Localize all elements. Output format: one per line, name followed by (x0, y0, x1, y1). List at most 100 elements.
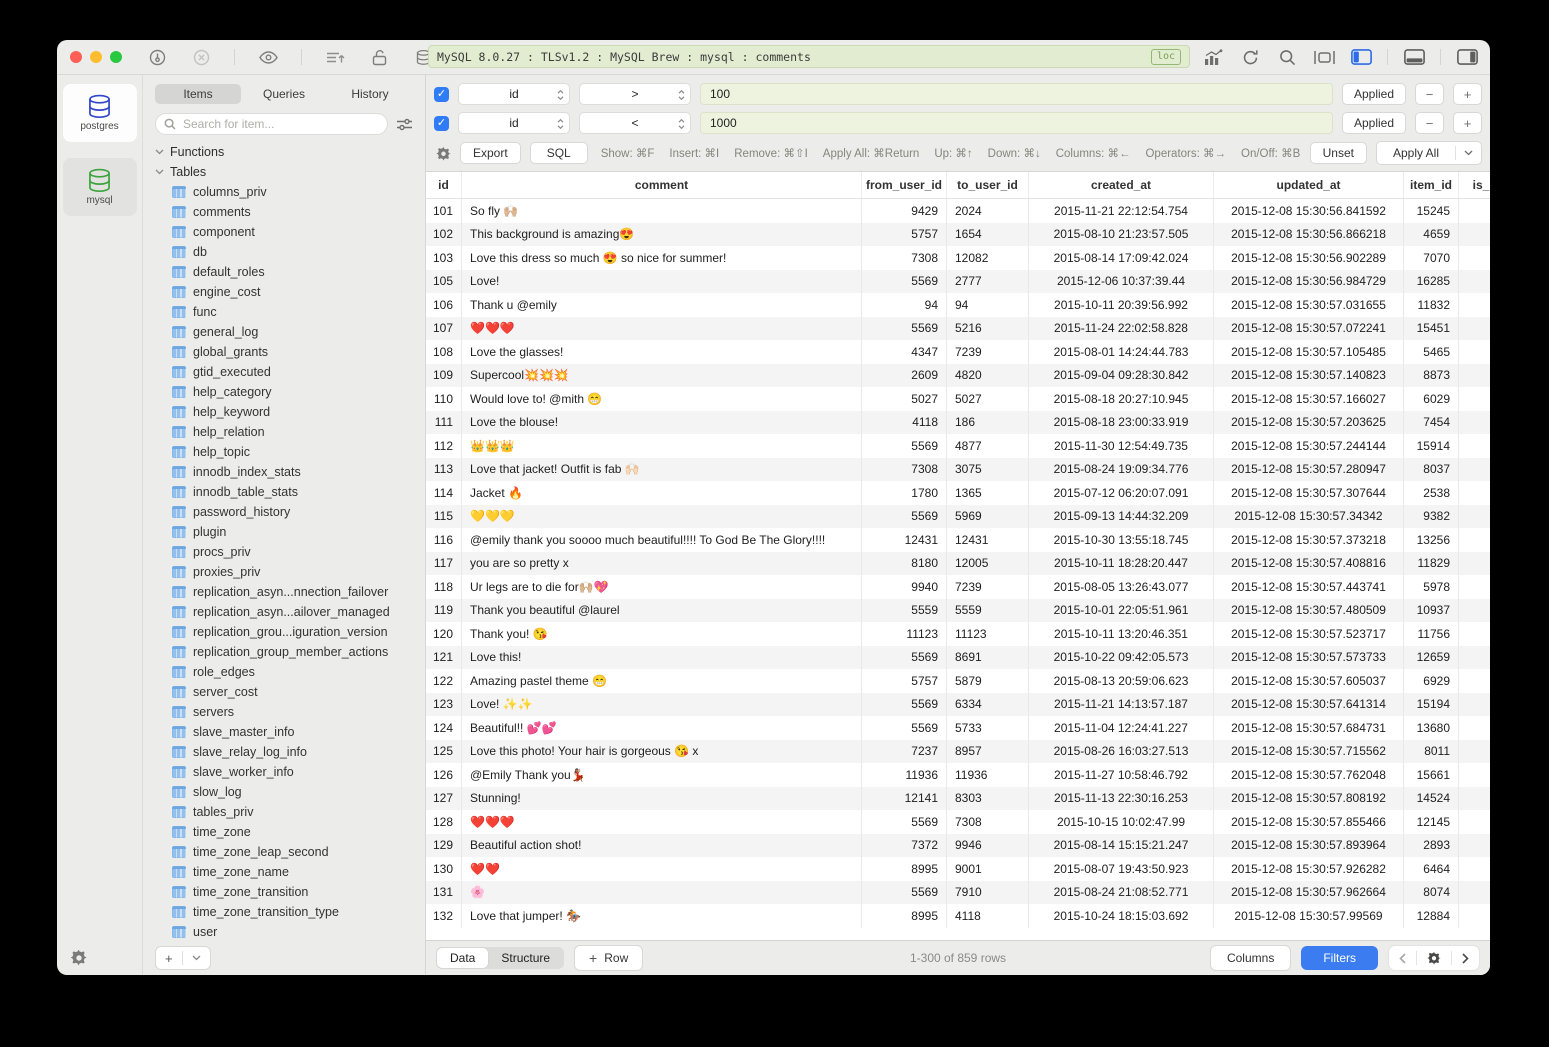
cell-created_at[interactable]: 2015-08-24 19:09:34.776 (1029, 458, 1214, 482)
cell-is_[interactable] (1459, 434, 1490, 458)
cell-created_at[interactable]: 2015-09-13 14:44:32.209 (1029, 505, 1214, 529)
remove-filter-button[interactable]: − (1415, 83, 1444, 105)
cell-from_user_id[interactable]: 5027 (862, 387, 947, 411)
cell-is_[interactable] (1459, 293, 1490, 317)
cell-created_at[interactable]: 2015-08-13 20:59:06.623 (1029, 669, 1214, 693)
table-row[interactable]: 124Beautiful!! 💕💕556957332015-11-04 12:2… (426, 716, 1490, 740)
cell-created_at[interactable]: 2015-11-04 12:24:41.227 (1029, 716, 1214, 740)
sidebar-table-item[interactable]: servers (155, 702, 425, 722)
filter-enabled-checkbox[interactable]: ✓ (434, 116, 449, 131)
cell-created_at[interactable]: 2015-12-06 10:37:39.44 (1029, 270, 1214, 294)
table-row[interactable]: 102This background is amazing😍5757165420… (426, 223, 1490, 247)
cell-id[interactable]: 117 (426, 552, 462, 576)
cell-is_[interactable] (1459, 622, 1490, 646)
sidebar-table-item[interactable]: time_zone_transition_type (155, 902, 425, 922)
cell-updated_at[interactable]: 2015-12-08 15:30:57.573733 (1214, 646, 1404, 670)
table-row[interactable]: 129Beautiful action shot!737299462015-08… (426, 834, 1490, 858)
cell-to_user_id[interactable]: 7239 (947, 575, 1029, 599)
add-item-menu-chevron[interactable] (183, 947, 210, 969)
sidebar-table-item[interactable]: gtid_executed (155, 362, 425, 382)
sidebar-table-item[interactable]: user (155, 922, 425, 941)
add-item-button[interactable]: + (156, 947, 182, 969)
cell-is_[interactable] (1459, 881, 1490, 905)
cell-item_id[interactable]: 7454 (1404, 411, 1459, 435)
cell-created_at[interactable]: 2015-10-24 18:15:03.692 (1029, 904, 1214, 928)
cell-from_user_id[interactable]: 5569 (862, 881, 947, 905)
cell-comment[interactable]: Love that jacket! Outfit is fab 🙌🏻 (462, 458, 862, 482)
cell-comment[interactable]: Love the blouse! (462, 411, 862, 435)
page-settings-gear-icon[interactable] (1417, 946, 1451, 970)
cell-item_id[interactable]: 2538 (1404, 481, 1459, 505)
cell-updated_at[interactable]: 2015-12-08 15:30:57.480509 (1214, 599, 1404, 623)
cell-to_user_id[interactable]: 5559 (947, 599, 1029, 623)
sidebar-table-item[interactable]: replication_group_member_actions (155, 642, 425, 662)
cell-updated_at[interactable]: 2015-12-08 15:30:57.373218 (1214, 528, 1404, 552)
cell-is_[interactable] (1459, 575, 1490, 599)
cell-updated_at[interactable]: 2015-12-08 15:30:57.203625 (1214, 411, 1404, 435)
table-row[interactable]: 126@Emily Thank you💃🏽11936119362015-11-2… (426, 763, 1490, 787)
cell-updated_at[interactable]: 2015-12-08 15:30:57.166027 (1214, 387, 1404, 411)
sidebar-tab-history[interactable]: History (327, 84, 413, 104)
toggle-bottom-panel-icon[interactable] (1403, 46, 1425, 68)
table-row[interactable]: 123Love! ✨✨556963342015-11-21 14:13:57.1… (426, 693, 1490, 717)
cell-comment[interactable]: Stunning! (462, 787, 862, 811)
sidebar-table-item[interactable]: component (155, 222, 425, 242)
cell-to_user_id[interactable]: 9946 (947, 834, 1029, 858)
cell-to_user_id[interactable]: 94 (947, 293, 1029, 317)
cell-created_at[interactable]: 2015-08-24 21:08:52.771 (1029, 881, 1214, 905)
cell-from_user_id[interactable]: 8995 (862, 857, 947, 881)
cell-to_user_id[interactable]: 11936 (947, 763, 1029, 787)
sidebar-table-item[interactable]: slave_worker_info (155, 762, 425, 782)
cell-created_at[interactable]: 2015-11-30 12:54:49.735 (1029, 434, 1214, 458)
unset-button[interactable]: Unset (1310, 142, 1367, 164)
cell-item_id[interactable]: 9382 (1404, 505, 1459, 529)
cell-id[interactable]: 128 (426, 810, 462, 834)
cell-id[interactable]: 105 (426, 270, 462, 294)
cell-comment[interactable]: Thank you! 😘 (462, 622, 862, 646)
cell-comment[interactable]: Love this photo! Your hair is gorgeous 😘… (462, 740, 862, 764)
column-header-from_user_id[interactable]: from_user_id (862, 172, 947, 198)
remove-filter-button[interactable]: − (1415, 112, 1444, 134)
column-header-updated_at[interactable]: updated_at (1214, 172, 1404, 198)
sidebar-table-item[interactable]: time_zone_transition (155, 882, 425, 902)
cell-is_[interactable] (1459, 505, 1490, 529)
item-search-input[interactable] (181, 116, 379, 132)
cell-is_[interactable] (1459, 763, 1490, 787)
cell-updated_at[interactable]: 2015-12-08 15:30:57.808192 (1214, 787, 1404, 811)
cell-updated_at[interactable]: 2015-12-08 15:30:57.962664 (1214, 881, 1404, 905)
cell-from_user_id[interactable]: 5569 (862, 810, 947, 834)
cell-id[interactable]: 103 (426, 246, 462, 270)
cell-updated_at[interactable]: 2015-12-08 15:30:57.072241 (1214, 317, 1404, 341)
tree-section-functions[interactable]: Functions (155, 142, 425, 162)
table-row[interactable]: 108Love the glasses!434772392015-08-01 1… (426, 340, 1490, 364)
cell-created_at[interactable]: 2015-08-10 21:23:57.505 (1029, 223, 1214, 247)
sidebar-table-item[interactable]: plugin (155, 522, 425, 542)
unlock-icon[interactable] (368, 46, 390, 68)
cell-is_[interactable] (1459, 740, 1490, 764)
sidebar-table-item[interactable]: time_zone_name (155, 862, 425, 882)
cell-from_user_id[interactable]: 4347 (862, 340, 947, 364)
cell-item_id[interactable]: 8037 (1404, 458, 1459, 482)
cell-from_user_id[interactable]: 7308 (862, 246, 947, 270)
cell-item_id[interactable]: 12659 (1404, 646, 1459, 670)
cell-created_at[interactable]: 2015-08-14 15:15:21.247 (1029, 834, 1214, 858)
filter-column-select[interactable]: id (458, 112, 570, 134)
cell-from_user_id[interactable]: 5569 (862, 646, 947, 670)
cell-item_id[interactable]: 5465 (1404, 340, 1459, 364)
cell-item_id[interactable]: 16285 (1404, 270, 1459, 294)
add-item-split-button[interactable]: + (155, 946, 211, 970)
cell-is_[interactable] (1459, 199, 1490, 223)
cell-to_user_id[interactable]: 5969 (947, 505, 1029, 529)
cell-is_[interactable] (1459, 411, 1490, 435)
cell-item_id[interactable]: 15661 (1404, 763, 1459, 787)
cell-id[interactable]: 113 (426, 458, 462, 482)
table-row[interactable]: 118Ur legs are to die for🙌🏼💖994072392015… (426, 575, 1490, 599)
cell-to_user_id[interactable]: 186 (947, 411, 1029, 435)
stats-chart-icon[interactable] (1202, 46, 1224, 68)
cell-item_id[interactable]: 6464 (1404, 857, 1459, 881)
cell-created_at[interactable]: 2015-08-07 19:43:50.923 (1029, 857, 1214, 881)
table-row[interactable]: 106Thank u @emily94942015-10-11 20:39:56… (426, 293, 1490, 317)
cell-item_id[interactable]: 13256 (1404, 528, 1459, 552)
sidebar-table-item[interactable]: engine_cost (155, 282, 425, 302)
cell-comment[interactable]: Thank u @emily (462, 293, 862, 317)
